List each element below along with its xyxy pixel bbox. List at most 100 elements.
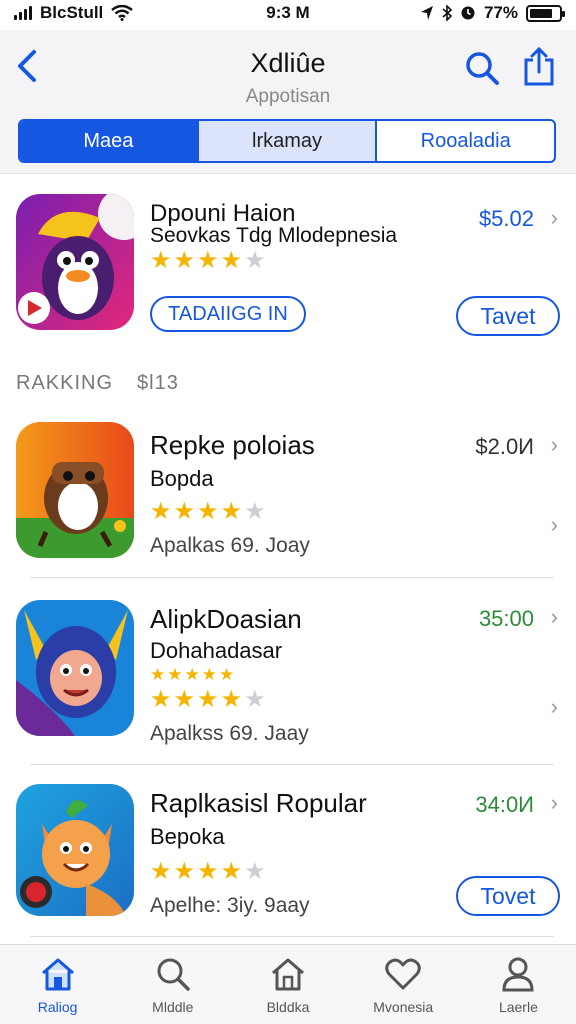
star-filled-icon: ★ bbox=[173, 247, 196, 274]
star-filled-icon: ★ bbox=[197, 858, 219, 885]
status-bar: BlcStull 9:3 M 77% bbox=[0, 0, 576, 26]
wifi-icon bbox=[111, 5, 134, 21]
list-item[interactable]: Repke poloias Bopda ★ ★ ★ ★ ★ Apalkas 69. Jo… bbox=[0, 420, 576, 580]
tab-mvonesia[interactable]: Mvonesia bbox=[346, 945, 461, 1024]
chevron-right-icon: › bbox=[550, 205, 558, 230]
battery-level bbox=[530, 8, 552, 18]
tab-label: Mvonesia bbox=[373, 999, 434, 1015]
section-header: RAKKING $l13 bbox=[16, 372, 179, 395]
segment-lrkamay[interactable]: lrkamay bbox=[198, 121, 378, 161]
app-icon[interactable] bbox=[16, 784, 134, 916]
app-developer: Bepoka bbox=[150, 824, 225, 849]
star-filled-icon: ★ bbox=[150, 665, 166, 684]
search-icon bbox=[157, 958, 190, 991]
star-filled-icon: ★ bbox=[219, 665, 235, 684]
list-item[interactable]: Raplkasisl Ropular Bepoka ★ ★ ★ ★ ★ Apelhe: … bbox=[0, 780, 576, 940]
tab-label: Blddka bbox=[266, 999, 310, 1015]
clock: 9:3 M bbox=[266, 3, 310, 22]
battery-percent: 77% bbox=[483, 3, 518, 22]
battery-icon bbox=[526, 4, 565, 22]
star-empty-icon: ★ bbox=[244, 247, 266, 274]
star-empty-icon: ★ bbox=[244, 498, 266, 525]
star-filled-icon: ★ bbox=[150, 686, 172, 713]
star-filled-icon: ★ bbox=[220, 247, 243, 274]
app-title: AlipkDoasian bbox=[150, 604, 302, 634]
app-rating: ★ ★ ★ ★ ★ bbox=[150, 500, 266, 524]
tab-mlddle[interactable]: Mlddle bbox=[115, 945, 230, 1024]
star-filled-icon: ★ bbox=[197, 247, 219, 274]
featured-install-button[interactable]: TADAIIGG IN bbox=[150, 296, 306, 332]
featured-get-button[interactable]: Tavet bbox=[456, 296, 560, 336]
segment-maea[interactable]: Maea bbox=[20, 121, 199, 161]
nav-bar: Xdliûe Appotisan bbox=[0, 30, 576, 112]
star-filled-icon: ★ bbox=[197, 498, 219, 525]
star-filled-icon: ★ bbox=[220, 858, 243, 885]
bluetooth-icon bbox=[442, 5, 452, 21]
app-meta: Apalkas 69. Joay bbox=[150, 534, 310, 557]
app-title: Repke poloias bbox=[150, 430, 315, 460]
app-price[interactable]: 34:0И bbox=[475, 792, 534, 818]
list-item[interactable]: AlipkDoasian Dohahadasar ★ ★ ★ ★ ★ ★ ★ ★ ★ ★ Apa… bbox=[0, 596, 576, 766]
app-price[interactable]: 35:00 bbox=[479, 606, 534, 632]
carrier-label: BlcStull bbox=[40, 3, 104, 22]
star-filled-icon: ★ bbox=[201, 665, 217, 684]
heart-icon bbox=[385, 958, 421, 990]
divider bbox=[30, 936, 554, 937]
cellular-signal-icon bbox=[14, 6, 32, 20]
star-filled-icon: ★ bbox=[173, 498, 196, 525]
tab-label: Raliog bbox=[37, 999, 78, 1015]
tab-laerle[interactable]: Laerle bbox=[461, 945, 576, 1024]
person-icon bbox=[502, 957, 534, 992]
alarm-icon bbox=[461, 6, 475, 20]
segment-rooaladia[interactable]: Rooaladia bbox=[377, 121, 554, 161]
segmented-control: Maea lrkamay Rooaladia bbox=[18, 119, 556, 163]
tab-raliog[interactable]: Raliog bbox=[0, 945, 115, 1024]
chevron-right-icon: › bbox=[550, 790, 558, 815]
star-filled-icon: ★ bbox=[197, 686, 219, 713]
tab-blddka[interactable]: Blddka bbox=[230, 945, 345, 1024]
featured-rating: ★ ★ ★ ★ ★ bbox=[150, 249, 266, 273]
star-filled-icon: ★ bbox=[173, 858, 196, 885]
star-filled-icon: ★ bbox=[173, 686, 196, 713]
app-meta: Apelhe: 3iy. 9aay bbox=[150, 894, 310, 917]
app-price[interactable]: $2.0И bbox=[475, 434, 534, 460]
section-title: RAKKING bbox=[16, 372, 114, 394]
app-developer: Dohahadasar bbox=[150, 638, 283, 663]
star-empty-icon: ★ bbox=[244, 858, 266, 885]
chevron-right-icon: › bbox=[550, 694, 558, 719]
divider bbox=[30, 577, 554, 578]
featured-app[interactable]: Dpouni Haion Seovkas Tdg Mlodepnesia ★ ★ ★… bbox=[0, 176, 576, 346]
tab-label: Mlddle bbox=[152, 999, 194, 1015]
star-empty-icon: ★ bbox=[244, 686, 266, 713]
star-filled-icon: ★ bbox=[167, 665, 183, 684]
page-subtitle: Appotisan bbox=[245, 86, 331, 107]
featured-price: $5.02 bbox=[478, 206, 534, 231]
chevron-right-icon: › bbox=[550, 432, 558, 457]
tab-label: Laerle bbox=[498, 999, 538, 1015]
search-icon[interactable] bbox=[464, 50, 500, 86]
star-filled-icon: ★ bbox=[220, 498, 243, 525]
tab-bar: Raliog Mlddle Blddka Mvonesia Laerle bbox=[0, 944, 576, 1024]
chevron-right-icon: › bbox=[550, 604, 558, 629]
share-icon[interactable] bbox=[522, 46, 556, 86]
app-rating: ★ ★ ★ ★ ★ bbox=[150, 688, 266, 712]
home-icon bbox=[41, 958, 74, 991]
featured-app-icon[interactable] bbox=[16, 194, 134, 330]
star-filled-icon: ★ bbox=[220, 686, 243, 713]
app-icon[interactable] bbox=[16, 600, 134, 736]
star-filled-icon: ★ bbox=[150, 247, 172, 274]
star-filled-icon: ★ bbox=[150, 858, 172, 885]
star-filled-icon: ★ bbox=[150, 498, 172, 525]
store-icon bbox=[272, 958, 304, 991]
divider bbox=[30, 764, 554, 765]
app-meta: Apalkss 69. Jaay bbox=[150, 722, 309, 745]
section-value: $l13 bbox=[137, 372, 179, 394]
app-developer: Bopda bbox=[150, 466, 214, 491]
star-filled-icon: ★ bbox=[184, 665, 200, 684]
chevron-right-icon: › bbox=[550, 512, 558, 537]
app-icon[interactable] bbox=[16, 422, 134, 558]
location-arrow-icon bbox=[420, 6, 433, 20]
app-title: Raplkasisl Ropular bbox=[150, 788, 367, 818]
get-button[interactable]: Tovet bbox=[456, 876, 560, 916]
app-extra-rating: ★ ★ ★ ★ ★ bbox=[150, 666, 234, 683]
